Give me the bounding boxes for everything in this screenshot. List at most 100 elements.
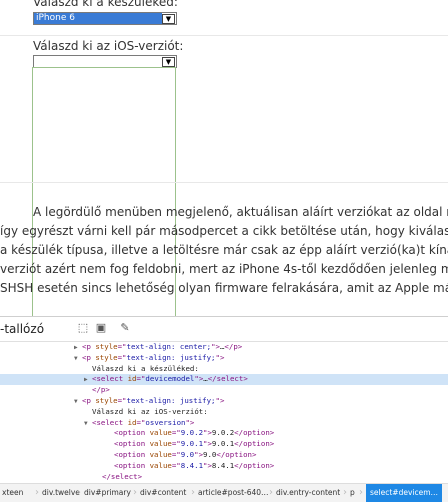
divider	[0, 182, 448, 183]
dom-token-tag: </option>	[234, 460, 275, 470]
paragraph-line: a készülék típusa, illetve a letöltésre …	[0, 243, 448, 257]
breadcrumb-separator-icon: ›	[343, 487, 347, 498]
breadcrumb-separator-icon: ›	[77, 487, 81, 498]
dom-node-row[interactable]: Válaszd ki a készüléked:	[0, 364, 448, 375]
breadcrumb-item[interactable]: div.twelve	[42, 488, 80, 497]
dom-token-txt: 9.0	[203, 450, 217, 459]
dom-token-tag: </option>	[216, 450, 257, 459]
dom-token-attr: value	[149, 428, 172, 438]
dom-token-tag: <option	[114, 428, 150, 438]
devtools-title: -tallózó	[0, 322, 45, 336]
dom-node-row[interactable]: </select>	[0, 472, 448, 483]
dom-token-val: 9.0.1	[180, 439, 204, 449]
dom-token-tag: <option	[114, 450, 150, 459]
dom-node-row[interactable]: Válaszd ki az iOS-verziót:	[0, 407, 448, 418]
dom-token-txt: 9.0.1	[211, 439, 235, 449]
breadcrumb-item[interactable]: p	[350, 488, 355, 497]
paragraph-line: SHSH esetén sincs lehetőség olyan firmwa…	[0, 281, 448, 295]
dom-token-tag: ="	[171, 428, 181, 438]
chevron-down-icon[interactable]: ▼	[162, 57, 175, 67]
dom-token-val: text-align: justify;	[126, 352, 216, 362]
dom-token-txt: 9.0.2	[211, 428, 235, 438]
breadcrumb-item[interactable]: article#post-640…	[198, 488, 269, 497]
dom-node-row[interactable]: ▼ <select id="osversion">	[0, 418, 448, 429]
dom-node-row[interactable]: ▼ <p style="text-align: justify;">	[0, 353, 448, 364]
devtools-panel: -tallózó ⬚ ▣ ✎ ▶ <p style="text-align: ce…	[0, 316, 448, 502]
dom-node-row[interactable]: </p>	[0, 385, 448, 396]
eyedropper-icon[interactable]: ✎	[118, 322, 132, 334]
dom-token-tag: ">	[215, 352, 225, 362]
dom-token-val: text-align: center;	[126, 342, 212, 351]
dom-token-txt: 8.4.1	[211, 460, 235, 470]
breadcrumb-item[interactable]: div.entry-content	[276, 488, 340, 497]
divider	[0, 35, 448, 36]
dom-token-tag: ">	[211, 342, 220, 351]
breadcrumb-item[interactable]: div#primary	[84, 488, 131, 497]
dom-token-tag: ">	[215, 396, 225, 405]
dom-token-tag: </p>	[92, 385, 110, 395]
dom-token-tag: <select	[92, 374, 128, 384]
dom-token-tag: </select>	[102, 471, 143, 481]
chevron-down-icon[interactable]: ▼	[162, 14, 175, 24]
dom-token-tag: ">	[203, 439, 212, 449]
dom-token-val: osversion	[145, 417, 186, 427]
breadcrumb-item[interactable]: div#content	[140, 488, 186, 497]
dom-tree[interactable]: ▶ <p style="text-align: center;">…</p> ▼ <p…	[0, 342, 448, 483]
dom-token-tag: </p>	[224, 342, 243, 351]
dom-node-row[interactable]: <option value="8.4.1">8.4.1</option>	[0, 461, 448, 472]
dom-token-tag: ="	[117, 342, 127, 351]
breadcrumb-separator-icon: ›	[191, 487, 195, 498]
dom-token-tag: ="	[171, 450, 181, 459]
breadcrumb: xteen › div.twelve › div#primary › div#content…	[0, 483, 448, 502]
dom-token-tag: <p	[82, 352, 96, 362]
dom-node-row[interactable]: <option value="9.0">9.0</option>	[0, 450, 448, 461]
dom-token-val: 8.4.1	[180, 460, 204, 470]
ios-label: Válaszd ki az iOS-verziót:	[33, 39, 184, 53]
dom-token-tag: <select	[92, 417, 128, 427]
breadcrumb-item[interactable]: select#devicem…	[366, 484, 443, 502]
paragraph-line: így egyrészt várni kell pár másodpercet …	[0, 224, 448, 238]
dom-token-attr: style	[95, 342, 118, 351]
breadcrumb-item[interactable]: xteen	[2, 488, 23, 497]
dom-token-tag: ">	[185, 417, 195, 427]
breadcrumb-separator-icon: ›	[359, 487, 363, 498]
device-label: Válaszd ki a készüléked:	[33, 0, 178, 9]
web-page: Válaszd ki a készüléked: iPhone 6 ▼ Vála…	[0, 0, 448, 316]
dom-token-attr: value	[149, 460, 172, 470]
dom-token-tag: ">	[203, 428, 212, 438]
dom-token-val: 9.0.2	[180, 428, 204, 438]
dom-token-tag: ">	[194, 374, 204, 384]
dom-token-attr: value	[149, 439, 172, 449]
dom-token-tag: ">	[194, 450, 204, 459]
dom-token-attr: id	[127, 374, 137, 384]
dom-token-tag: <option	[114, 439, 150, 449]
devtools-toolbar: -tallózó ⬚ ▣ ✎	[0, 317, 448, 342]
dom-token-tag: ="	[117, 352, 127, 362]
dom-token-tag: </option>	[234, 439, 275, 449]
dom-node-row[interactable]: <option value="9.0.2">9.0.2</option>	[0, 428, 448, 439]
select-element-icon[interactable]: ⬚	[76, 322, 90, 334]
dom-token-txt: Válaszd ki az iOS-verziót:	[92, 406, 208, 416]
dom-token-attr: style	[95, 352, 118, 362]
dom-token-txt: Válaszd ki a készüléked:	[92, 363, 199, 373]
box-model-icon[interactable]: ▣	[94, 322, 108, 334]
dom-token-tag: ="	[117, 396, 127, 405]
dom-token-tag: ">	[203, 460, 212, 470]
dom-node-row[interactable]: ▶ <p style="text-align: center;">…</p>	[0, 342, 448, 353]
paragraph-line: verziót azért nem fog feldobni, mert az …	[0, 262, 448, 276]
breadcrumb-separator-icon: ›	[269, 487, 273, 498]
dom-token-tag: <option	[114, 460, 150, 470]
paragraph-line: A legördülő menüben megjelenő, aktuálisa…	[33, 205, 448, 219]
dom-node-row[interactable]: ▶ <select id="devicemodel">…</select>	[0, 374, 448, 386]
ios-version-dropdown-list[interactable]	[32, 67, 176, 316]
dom-node-row[interactable]: <option value="9.0.1">9.0.1</option>	[0, 439, 448, 450]
dom-token-val: 9.0	[180, 450, 195, 459]
dom-node-row[interactable]: ▼ <p style="text-align: justify;">	[0, 396, 448, 407]
dom-token-val: devicemodel	[145, 374, 195, 384]
dom-token-tag: ="	[171, 460, 181, 470]
dom-token-tag: ="	[171, 439, 181, 449]
dom-token-attr: id	[127, 417, 137, 427]
dom-token-tag: </select>	[207, 374, 248, 384]
device-select[interactable]: iPhone 6 ▼	[33, 12, 177, 25]
dom-token-attr: value	[149, 450, 172, 459]
